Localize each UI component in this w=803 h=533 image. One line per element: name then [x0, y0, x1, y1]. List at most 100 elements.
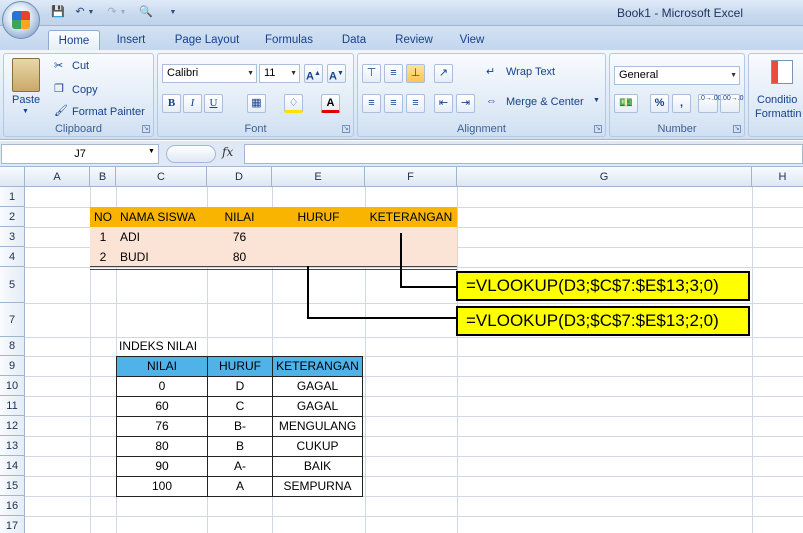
cut-button[interactable]: Cut — [72, 60, 89, 72]
index-cell[interactable]: 76 — [116, 416, 208, 437]
index-cell[interactable]: GAGAL — [272, 396, 363, 417]
row-header[interactable]: 9 — [0, 356, 25, 376]
print-preview-icon[interactable]: 🔍 — [138, 5, 154, 20]
fill-color-icon[interactable]: ♢ — [284, 94, 303, 113]
row-header[interactable]: 14 — [0, 456, 25, 476]
undo-dropdown-icon[interactable]: ▼ — [86, 5, 96, 20]
insert-function-button[interactable]: fx — [222, 145, 233, 159]
student-cell[interactable]: BUDI — [120, 247, 207, 267]
column-header-h[interactable]: H — [752, 167, 803, 187]
increase-decimal-button[interactable]: .0→.00 — [698, 94, 722, 113]
formula-input[interactable] — [244, 144, 803, 164]
column-header-a[interactable]: A — [25, 167, 90, 187]
index-cell[interactable]: C — [207, 396, 273, 417]
font-launcher-icon[interactable]: ↘ — [342, 125, 350, 133]
row-header[interactable]: 17 — [0, 516, 25, 533]
student-cell[interactable]: 80 — [207, 247, 272, 267]
index-cell[interactable]: 100 — [116, 476, 208, 497]
index-cell[interactable]: B- — [207, 416, 273, 437]
index-cell[interactable]: D — [207, 376, 273, 397]
tab-page-layout[interactable]: Page Layout — [168, 30, 246, 50]
student-header-keterangan[interactable]: KETERANGAN — [365, 207, 457, 227]
index-header-keterangan[interactable]: KETERANGAN — [272, 356, 363, 377]
student-header-no[interactable]: NO — [90, 207, 116, 227]
index-header-huruf[interactable]: HURUF — [207, 356, 273, 377]
tab-insert[interactable]: Insert — [108, 30, 154, 50]
accounting-format-icon[interactable]: 💵 — [614, 94, 638, 113]
row-header[interactable]: 15 — [0, 476, 25, 496]
font-color-icon[interactable]: A — [321, 94, 340, 113]
paste-button[interactable]: Paste — [12, 94, 40, 106]
number-launcher-icon[interactable]: ↘ — [733, 125, 741, 133]
worksheet-grid[interactable]: A B C D E F G H 1 2 3 4 5 7 8 9 10 11 12… — [0, 167, 803, 533]
index-cell[interactable]: BAIK — [272, 456, 363, 477]
format-painter-icon[interactable]: 🖌 — [54, 104, 68, 117]
index-table-title[interactable]: INDEKS NILAI — [119, 337, 219, 356]
increase-indent-icon[interactable]: ⇥ — [456, 94, 475, 113]
index-cell[interactable]: 60 — [116, 396, 208, 417]
row-header[interactable]: 11 — [0, 396, 25, 416]
redo-dropdown-icon[interactable]: ▼ — [118, 5, 128, 20]
column-header-d[interactable]: D — [207, 167, 272, 187]
align-middle-icon[interactable]: ≡ — [384, 64, 403, 83]
orientation-icon[interactable]: ↗ — [434, 64, 453, 83]
column-header-g[interactable]: G — [457, 167, 752, 187]
copy-icon[interactable]: ❐ — [54, 82, 64, 95]
index-cell[interactable]: A- — [207, 456, 273, 477]
percent-button[interactable]: % — [650, 94, 669, 113]
clipboard-launcher-icon[interactable]: ↘ — [142, 125, 150, 133]
select-all-corner[interactable] — [0, 167, 25, 187]
format-painter-button[interactable]: Format Painter — [72, 106, 145, 118]
customize-qat-icon[interactable]: ▼ — [168, 5, 178, 20]
italic-button[interactable]: I — [183, 94, 202, 113]
wrap-text-button[interactable]: Wrap Text — [506, 66, 555, 78]
alignment-launcher-icon[interactable]: ↘ — [594, 125, 602, 133]
student-header-huruf[interactable]: HURUF — [272, 207, 365, 227]
tab-data[interactable]: Data — [334, 30, 374, 50]
row-header[interactable]: 12 — [0, 416, 25, 436]
merge-center-button[interactable]: Merge & Center — [506, 96, 584, 108]
bold-button[interactable]: B — [162, 94, 181, 113]
row-header[interactable]: 4 — [0, 247, 25, 267]
merge-dropdown-icon[interactable]: ▼ — [593, 97, 600, 104]
index-cell[interactable]: SEMPURNA — [272, 476, 363, 497]
index-cell[interactable]: B — [207, 436, 273, 457]
tab-home[interactable]: Home — [48, 30, 100, 50]
row-header[interactable]: 13 — [0, 436, 25, 456]
index-cell[interactable]: 80 — [116, 436, 208, 457]
conditional-formatting-icon[interactable] — [771, 60, 793, 84]
tab-formulas[interactable]: Formulas — [258, 30, 320, 50]
align-left-icon[interactable]: ≡ — [362, 94, 381, 113]
name-box-dropdown-icon[interactable]: ▼ — [148, 148, 155, 155]
wrap-text-icon[interactable]: ↵ — [486, 65, 495, 78]
row-header[interactable]: 2 — [0, 207, 25, 227]
student-cell[interactable]: 2 — [90, 247, 116, 267]
grow-font-icon[interactable]: A▲ — [304, 64, 323, 83]
cut-icon[interactable]: ✂ — [54, 59, 63, 72]
student-cell[interactable]: ADI — [120, 227, 207, 247]
index-cell[interactable]: 0 — [116, 376, 208, 397]
office-button[interactable] — [2, 1, 40, 39]
row-header[interactable]: 3 — [0, 227, 25, 247]
conditional-formatting-label-1[interactable]: Conditio — [757, 94, 797, 106]
formula-bar-handle[interactable] — [166, 145, 216, 163]
row-header[interactable]: 10 — [0, 376, 25, 396]
paste-dropdown-icon[interactable]: ▼ — [22, 108, 29, 115]
conditional-formatting-label-2[interactable]: Formattin — [755, 108, 801, 120]
comma-button[interactable]: , — [672, 94, 691, 113]
index-cell[interactable]: CUKUP — [272, 436, 363, 457]
student-cell[interactable]: 76 — [207, 227, 272, 247]
row-header[interactable]: 8 — [0, 337, 25, 356]
name-box[interactable]: J7 — [1, 144, 159, 164]
merge-center-icon[interactable]: ⇔ — [486, 95, 497, 107]
copy-button[interactable]: Copy — [72, 84, 98, 96]
align-top-icon[interactable]: ⊤ — [362, 64, 381, 83]
shrink-font-icon[interactable]: A▼ — [327, 64, 346, 83]
underline-button[interactable]: U — [204, 94, 223, 113]
tab-view[interactable]: View — [452, 30, 492, 50]
column-header-b[interactable]: B — [90, 167, 116, 187]
paste-icon[interactable] — [12, 58, 40, 92]
index-cell[interactable]: 90 — [116, 456, 208, 477]
number-format-combo[interactable]: General ▼ — [614, 66, 740, 85]
font-name-combo[interactable]: Calibri ▼ — [162, 64, 257, 83]
